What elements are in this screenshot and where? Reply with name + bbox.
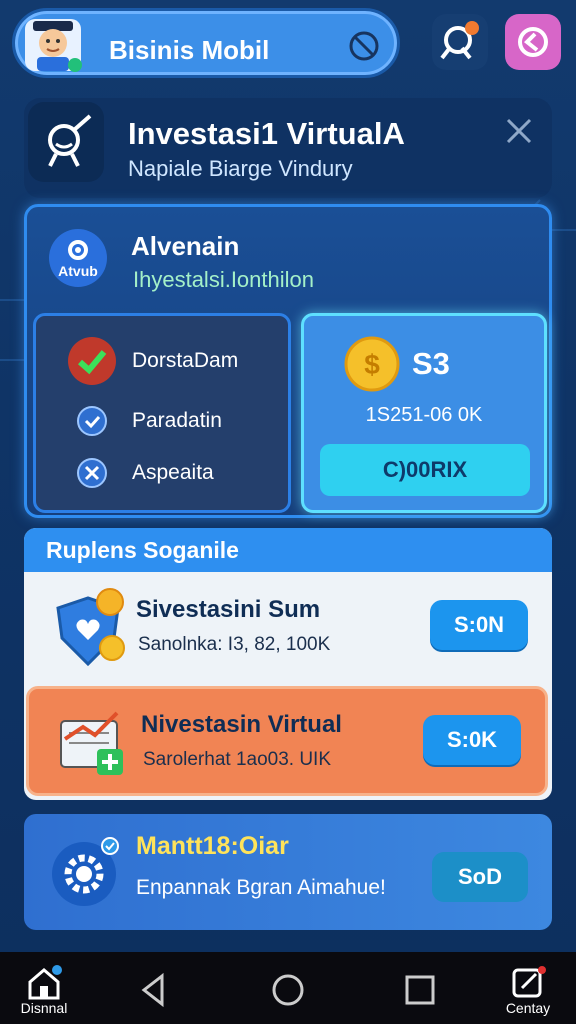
balance-detail: 1S251-06 0K: [365, 404, 483, 426]
status-row[interactable]: Paradatin: [36, 396, 288, 446]
section-title: Ruplens Soganile: [24, 528, 552, 572]
top-bar: Bisinis Mobil: [0, 0, 576, 84]
promo-action-button[interactable]: SoD: [432, 852, 528, 902]
badge-label: Atvub: [58, 263, 98, 279]
investment-header-card: Investasi1 VirtualA Napiale Biarge Vindu…: [24, 98, 552, 198]
list-item[interactable]: Nivestasin Virtual Sarolerhat 1ao03. UIK…: [26, 686, 548, 796]
status-list: DorstaDam Paradatin Aspeaita: [33, 313, 291, 513]
search-button[interactable]: [432, 14, 488, 70]
back-icon: [141, 972, 164, 1008]
promo-title: Mantt18:Oiar: [136, 832, 289, 860]
coin-icon: $: [344, 336, 400, 392]
nav-back[interactable]: [114, 962, 194, 1018]
balance-card: $ S3 1S251-06 0K C)00RIX: [301, 313, 547, 513]
growth-document-icon: [60, 711, 123, 775]
nav-label: Centay: [505, 1000, 551, 1016]
portfolio-panel: Atvub Alvenain Ihyestalsi.Ionthilon Dors…: [24, 204, 552, 518]
x-icon: [77, 458, 107, 488]
nav-recents[interactable]: [380, 962, 460, 1018]
shield-check-icon: [77, 406, 107, 436]
status-label: DorstaDam: [132, 349, 239, 372]
app-title: Bisinis Mobil: [109, 35, 270, 65]
header-title: Investasi1 VirtualA: [128, 116, 405, 151]
svg-text:$: $: [364, 349, 380, 380]
title-search-pill[interactable]: Bisinis Mobil: [12, 8, 400, 78]
panel-header: Atvub Alvenain Ihyestalsi.Ionthilon: [27, 207, 549, 307]
status-row[interactable]: DorstaDam: [36, 336, 288, 386]
item-subtitle: Sarolerhat 1ao03. UIK: [143, 749, 332, 770]
close-icon[interactable]: [504, 116, 534, 146]
balance-action-button[interactable]: C)00RIX: [320, 444, 530, 496]
list-item[interactable]: Sivestasini Sum Sanolnka: I3, 82, 100K S…: [24, 572, 552, 684]
panel-subtitle: Ihyestalsi.Ionthilon: [133, 267, 314, 292]
balance-amount: S3: [412, 346, 450, 381]
promo-subtitle: Enpannak Bgran Aimahue!: [136, 876, 386, 899]
gear-check-icon: [52, 837, 119, 906]
recents-icon: [405, 975, 435, 1005]
item-title: Sivestasini Sum: [136, 596, 321, 623]
circle-home-icon: [272, 974, 304, 1006]
nav-edit[interactable]: Centay: [488, 962, 568, 1018]
nav-home-circle[interactable]: [248, 962, 328, 1018]
investment-icon: [28, 102, 104, 182]
shield-heart-icon: [56, 588, 125, 667]
nav-label: Disnnal: [20, 1000, 68, 1016]
chat-button[interactable]: [505, 14, 561, 70]
settings-badge[interactable]: Atvub: [49, 229, 107, 287]
bottom-nav: Disnnal Centay: [0, 952, 576, 1024]
home-icon: [28, 965, 62, 1000]
status-label: Aspeaita: [132, 461, 214, 484]
panel-title: Alvenain: [131, 231, 240, 261]
status-label: Paradatin: [132, 409, 222, 432]
no-entry-icon[interactable]: [347, 29, 381, 63]
header-subtitle: Napiale Biarge Vindury: [128, 156, 353, 181]
search-icon: [440, 21, 479, 60]
edit-icon: [512, 966, 546, 998]
offers-section: Ruplens Soganile Sivestasini Sum Sanolnk…: [24, 528, 552, 800]
nav-home[interactable]: Disnnal: [4, 962, 84, 1018]
promo-card[interactable]: Mantt18:Oiar Enpannak Bgran Aimahue! SoD: [24, 814, 552, 930]
item-action-button[interactable]: S:0N: [430, 600, 528, 650]
item-subtitle: Sanolnka: I3, 82, 100K: [138, 634, 331, 655]
status-row[interactable]: Aspeaita: [36, 448, 288, 498]
user-avatar-icon[interactable]: [23, 17, 83, 73]
check-icon: [68, 337, 116, 385]
chat-icon: [518, 27, 548, 57]
item-title: Nivestasin Virtual: [141, 711, 342, 738]
item-action-button[interactable]: S:0K: [423, 715, 521, 765]
